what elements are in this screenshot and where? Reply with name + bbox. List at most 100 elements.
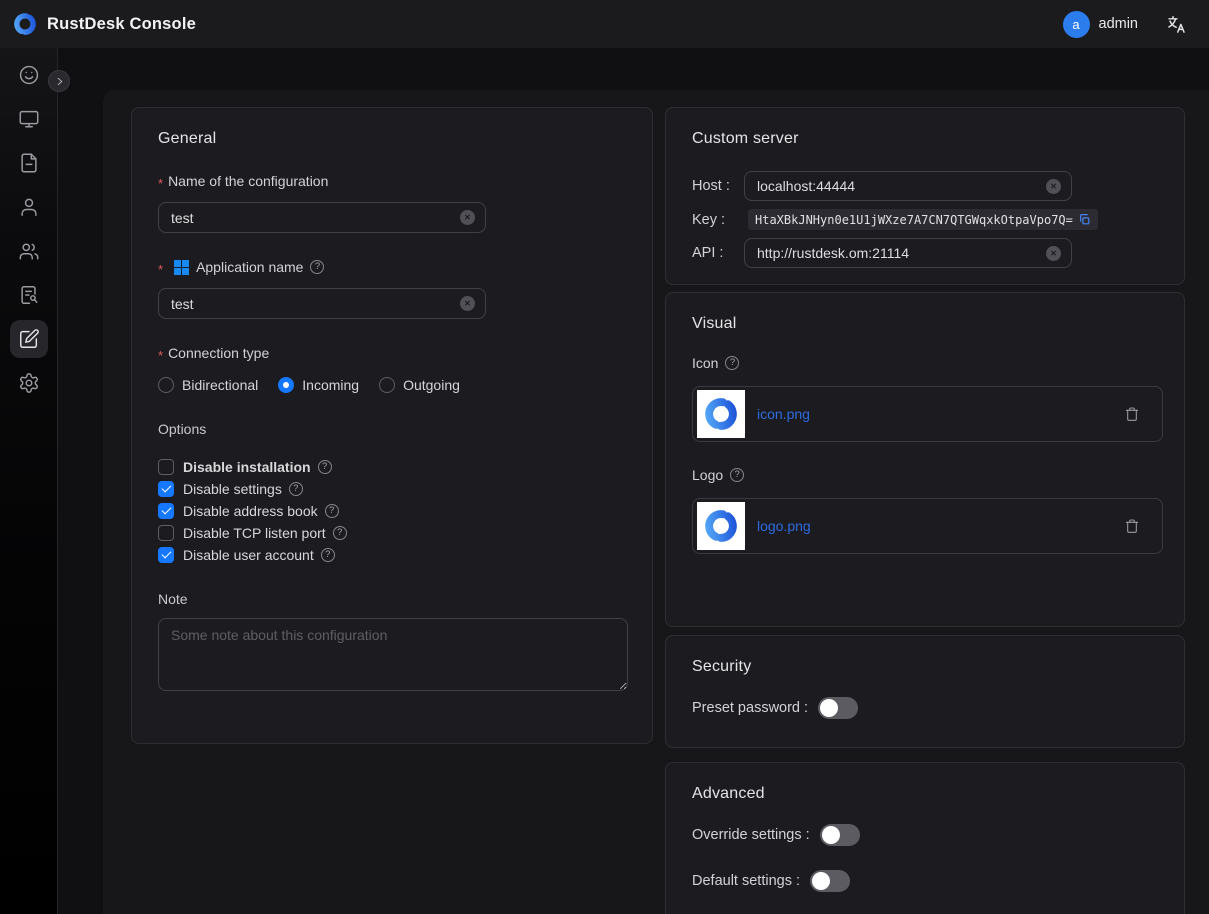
sidebar-item-groups[interactable] — [0, 229, 58, 273]
sidebar-item-custom-client[interactable] — [0, 317, 58, 361]
app-title: RustDesk Console — [47, 15, 196, 34]
checkbox-icon[interactable] — [158, 525, 174, 541]
radio-icon-checked[interactable] — [278, 377, 294, 393]
trash-icon[interactable] — [1124, 406, 1140, 422]
checkbox-icon-checked[interactable] — [158, 503, 174, 519]
api-input[interactable] — [757, 245, 1046, 261]
custom-server-card: Custom server Host : Key : HtaXBkJNHyn0e… — [665, 107, 1185, 285]
option-disable-user-account[interactable]: Disable user account — [158, 544, 626, 566]
username: admin — [1099, 16, 1139, 32]
radio-label: Outgoing — [403, 377, 460, 393]
icon-thumbnail — [697, 390, 745, 438]
help-icon[interactable] — [321, 548, 335, 562]
radio-bidirectional[interactable]: Bidirectional — [158, 377, 258, 393]
required-asterisk: * — [158, 176, 163, 191]
radio-icon[interactable] — [158, 377, 174, 393]
host-row: Host : — [692, 171, 1158, 201]
brand[interactable]: RustDesk Console — [12, 11, 196, 37]
override-settings-toggle[interactable] — [820, 824, 860, 846]
help-icon[interactable] — [725, 356, 739, 370]
api-label: API : — [692, 245, 744, 261]
key-row: Key : HtaXBkJNHyn0e1U1jWXze7A7CN7QTGWqxk… — [692, 209, 1158, 230]
help-icon[interactable] — [318, 460, 332, 474]
config-name-input-wrap — [158, 202, 486, 233]
copy-icon[interactable] — [1078, 213, 1091, 226]
security-title: Security — [692, 658, 1158, 676]
radio-icon[interactable] — [379, 377, 395, 393]
radio-label: Incoming — [302, 377, 359, 393]
trash-icon[interactable] — [1124, 518, 1140, 534]
radio-incoming[interactable]: Incoming — [278, 377, 359, 393]
api-input-wrap — [744, 238, 1072, 268]
user-icon — [18, 196, 40, 218]
option-disable-address-book[interactable]: Disable address book — [158, 500, 626, 522]
checkbox-icon-checked[interactable] — [158, 481, 174, 497]
advanced-card: Advanced Override settings : Default set… — [665, 762, 1185, 914]
config-name-label: * Name of the configuration — [158, 173, 626, 189]
default-settings-toggle[interactable] — [810, 870, 850, 892]
logo-file-link[interactable]: logo.png — [757, 518, 811, 534]
help-icon[interactable] — [730, 468, 744, 482]
sidebar-item-logs[interactable] — [0, 141, 58, 185]
key-label: Key : — [692, 212, 744, 228]
translate-icon[interactable] — [1166, 14, 1187, 35]
chevron-right-icon — [54, 76, 65, 87]
icon-file-link[interactable]: icon.png — [757, 406, 810, 422]
config-name-input[interactable] — [171, 210, 460, 226]
users-icon — [18, 240, 40, 262]
help-icon[interactable] — [310, 260, 324, 274]
connection-type-label-text: Connection type — [168, 345, 269, 361]
option-disable-settings[interactable]: Disable settings — [158, 478, 626, 500]
help-icon[interactable] — [333, 526, 347, 540]
app-name-input[interactable] — [171, 296, 460, 312]
host-input-wrap — [744, 171, 1072, 201]
clear-icon[interactable] — [460, 296, 475, 311]
override-settings-row: Override settings : — [692, 824, 1158, 846]
logo-upload-row: logo.png — [692, 498, 1163, 554]
custom-server-title: Custom server — [692, 130, 1158, 148]
sidebar-item-devices[interactable] — [0, 97, 58, 141]
visual-card: Visual Icon icon.png Logo — [665, 292, 1185, 627]
preset-password-toggle[interactable] — [818, 697, 858, 719]
app-name-label: * Application name — [158, 259, 626, 275]
monitor-icon — [18, 108, 40, 130]
smiley-icon — [18, 64, 40, 86]
sidebar-item-audit[interactable] — [0, 273, 58, 317]
general-card: General * Name of the configuration * — [131, 107, 653, 744]
windows-icon — [174, 260, 189, 275]
icon-label-text: Icon — [692, 355, 718, 371]
required-asterisk: * — [158, 262, 163, 277]
note-label: Note — [158, 591, 626, 607]
note-textarea[interactable] — [158, 618, 628, 691]
host-input[interactable] — [757, 178, 1046, 194]
radio-label: Bidirectional — [182, 377, 258, 393]
checkbox-icon[interactable] — [158, 459, 174, 475]
topbar: RustDesk Console a admin — [0, 0, 1209, 48]
sidebar-item-users[interactable] — [0, 185, 58, 229]
config-name-label-text: Name of the configuration — [168, 173, 328, 189]
icon-upload-row: icon.png — [692, 386, 1163, 442]
avatar[interactable]: a — [1063, 11, 1090, 38]
clear-icon[interactable] — [1046, 246, 1061, 261]
checkbox-icon-checked[interactable] — [158, 547, 174, 563]
radio-outgoing[interactable]: Outgoing — [379, 377, 460, 393]
logo-label: Logo — [692, 467, 1158, 483]
sidebar-item-settings[interactable] — [0, 361, 58, 405]
file-icon — [18, 152, 40, 174]
option-disable-installation[interactable]: Disable installation — [158, 456, 626, 478]
key-value: HtaXBkJNHyn0e1U1jWXze7A7CN7QTGWqxkOtpaVp… — [755, 213, 1073, 227]
sidebar — [0, 48, 58, 914]
clear-icon[interactable] — [460, 210, 475, 225]
option-disable-tcp-listen-port[interactable]: Disable TCP listen port — [158, 522, 626, 544]
help-icon[interactable] — [325, 504, 339, 518]
required-asterisk: * — [158, 348, 163, 363]
topbar-right: a admin — [1063, 11, 1188, 38]
user-menu[interactable]: a admin — [1063, 11, 1139, 38]
logo-label-text: Logo — [692, 467, 723, 483]
clear-icon[interactable] — [1046, 179, 1061, 194]
option-label: Disable TCP listen port — [183, 525, 326, 541]
help-icon[interactable] — [289, 482, 303, 496]
preset-password-row: Preset password : — [692, 697, 1158, 719]
sidebar-expand-button[interactable] — [48, 70, 70, 92]
rustdesk-logo-icon — [12, 11, 38, 37]
